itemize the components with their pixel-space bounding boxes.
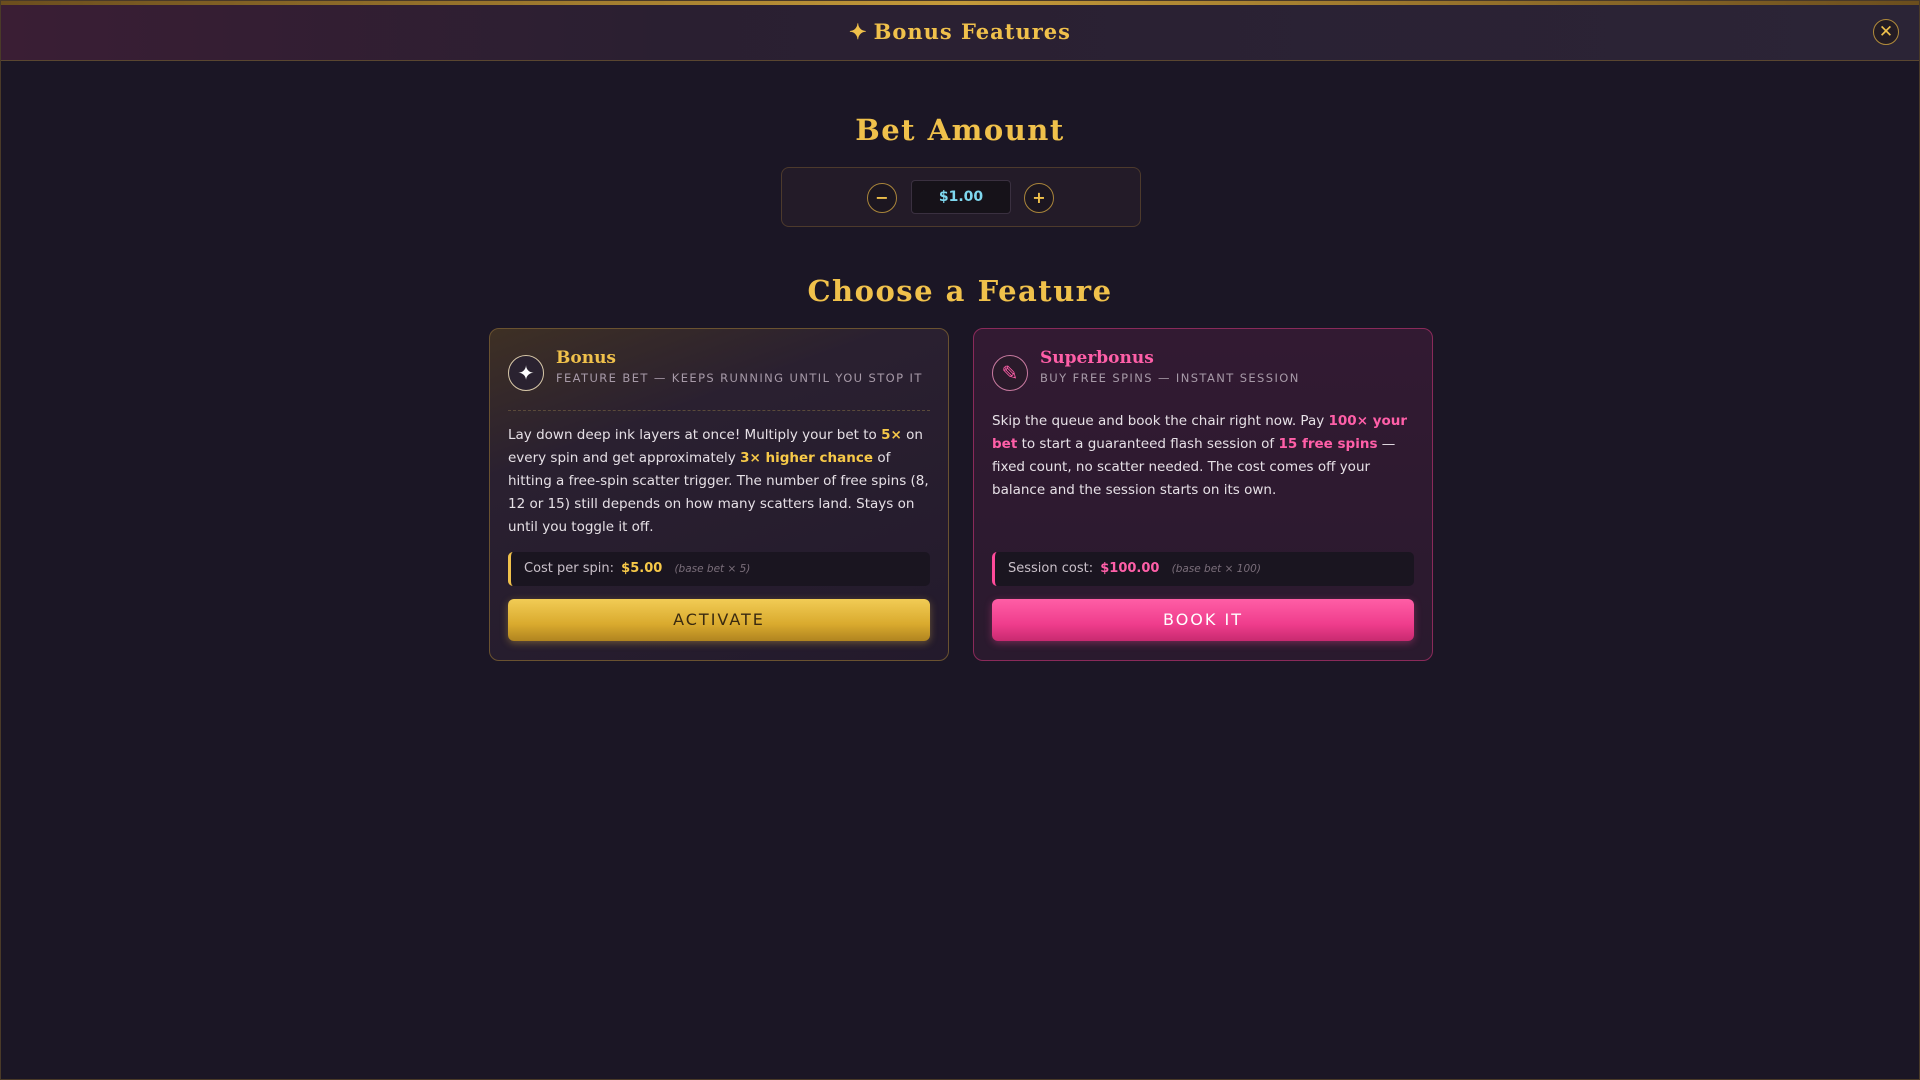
brush-icon: ✎ [992, 355, 1028, 391]
bonus-feature-card: ✦ Bonus FEATURE BET — KEEPS RUNNING UNTI… [489, 328, 949, 661]
superbonus-card-title: Superbonus [1040, 348, 1154, 368]
decrease-bet-button[interactable]: − [867, 183, 897, 213]
bet-stepper: − $1.00 + [781, 167, 1141, 227]
superbonus-card-subtitle: BUY FREE SPINS — INSTANT SESSION [1040, 371, 1300, 385]
cost-note: (base bet × 5) [674, 563, 751, 575]
header-bar: ✦ Bonus Features ✕ [1, 1, 1919, 61]
superbonus-cost-box: Session cost: $100.00 (base bet × 100) [992, 552, 1414, 586]
bet-value-field[interactable]: $1.00 [911, 180, 1011, 214]
bonus-cost-box: Cost per spin: $5.00 (base bet × 5) [508, 552, 930, 586]
desc-highlight: 15 free spins [1278, 436, 1378, 452]
desc-highlight: 5× [881, 427, 902, 443]
bet-amount-heading: Bet Amount [855, 113, 1065, 147]
bonus-card-description: Lay down deep ink layers at once! Multip… [508, 424, 932, 539]
header-accent-line [1, 1, 1919, 5]
cost-amount: $100.00 [1100, 561, 1160, 576]
cost-label: Session cost: [1008, 561, 1094, 576]
sparkle-icon: ✦ [508, 355, 544, 391]
window-title: ✦ Bonus Features [1, 19, 1919, 44]
card-divider [508, 410, 930, 411]
desc-text: Skip the queue and book the chair right … [992, 413, 1329, 429]
close-icon: ✕ [1878, 22, 1894, 42]
activate-button[interactable]: ACTIVATE [508, 599, 930, 641]
window-title-text: Bonus Features [873, 19, 1071, 44]
cost-amount: $5.00 [621, 561, 663, 576]
desc-highlight: 3× higher chance [740, 450, 874, 466]
star-icon: ✦ [849, 19, 868, 44]
cost-label: Cost per spin: [524, 561, 615, 576]
cost-note: (base bet × 100) [1171, 563, 1261, 575]
close-button[interactable]: ✕ [1873, 19, 1899, 45]
choose-feature-heading: Choose a Feature [807, 274, 1113, 308]
bonus-card-subtitle: FEATURE BET — KEEPS RUNNING UNTIL YOU ST… [556, 371, 923, 385]
superbonus-card-description: Skip the queue and book the chair right … [992, 410, 1416, 502]
superbonus-feature-card: ✎ Superbonus BUY FREE SPINS — INSTANT SE… [973, 328, 1433, 661]
desc-text: to start a guaranteed flash session of [1017, 436, 1279, 452]
book-it-button[interactable]: BOOK IT [992, 599, 1414, 641]
desc-text: Lay down deep ink layers at once! Multip… [508, 427, 882, 443]
bonus-card-title: Bonus [556, 348, 616, 368]
increase-bet-button[interactable]: + [1024, 183, 1054, 213]
bonus-features-window: ✦ Bonus Features ✕ Bet Amount − $1.00 + C… [0, 0, 1920, 1080]
